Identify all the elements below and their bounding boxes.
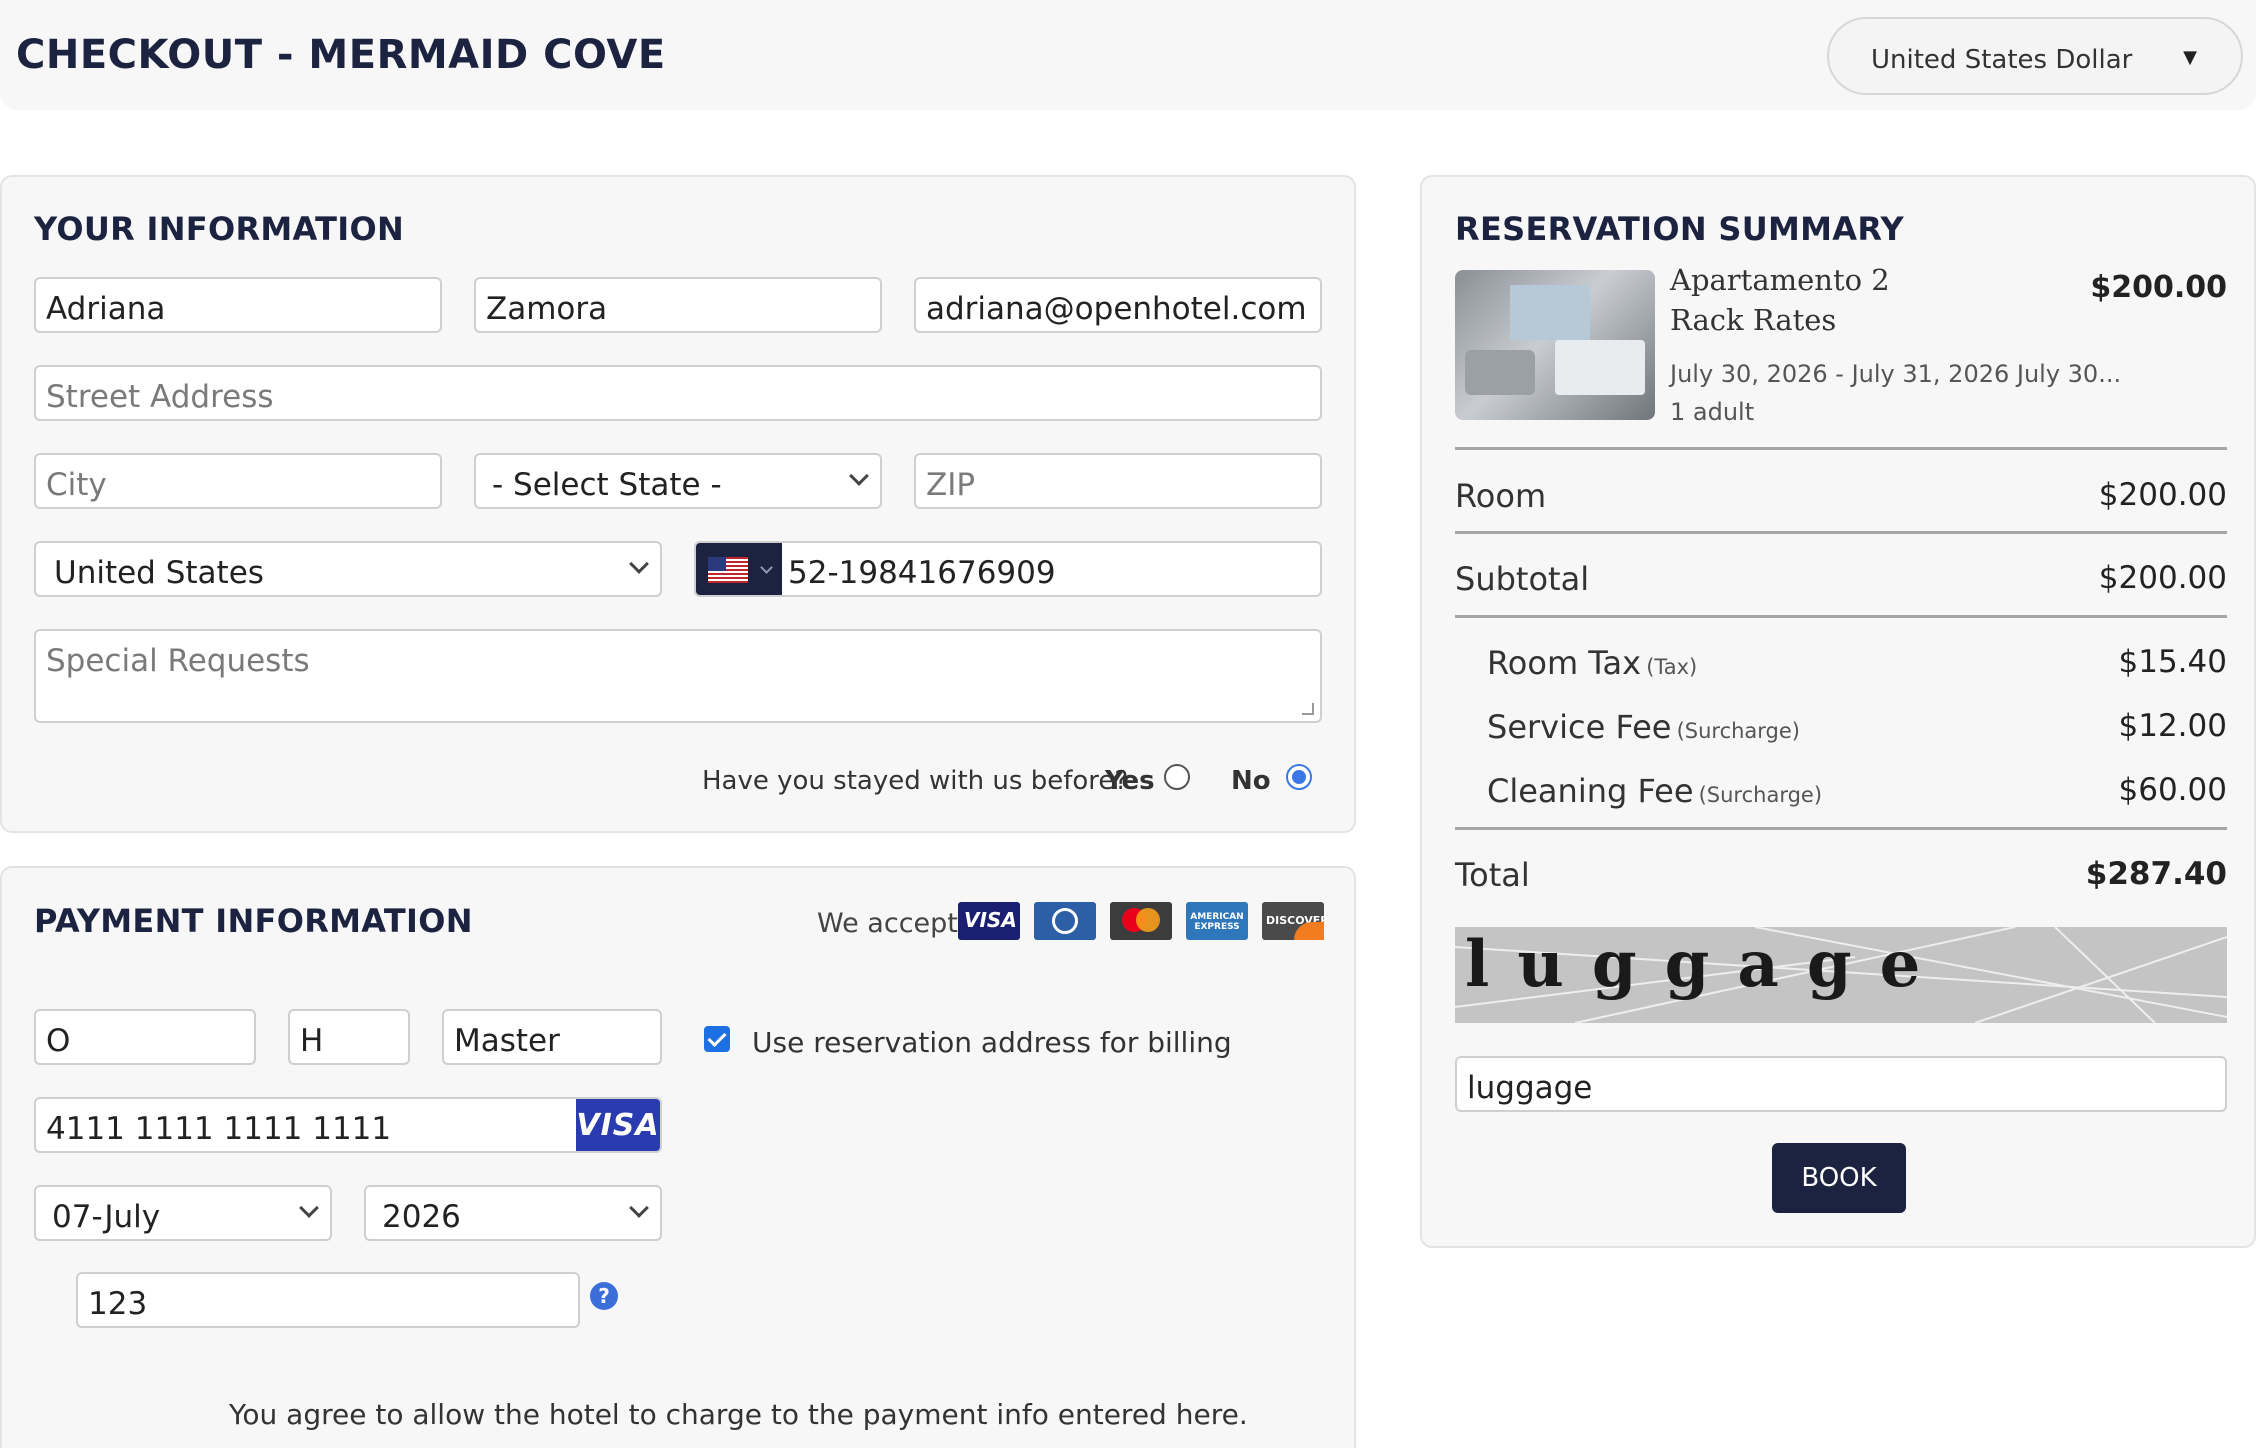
chevron-down-icon <box>629 1198 649 1218</box>
reservation-summary-title: RESERVATION SUMMARY <box>1455 210 1905 248</box>
stayed-yes-radio[interactable] <box>1164 764 1190 790</box>
middle-initial-input[interactable]: H <box>288 1009 410 1065</box>
chevron-down-icon <box>629 554 649 574</box>
stay-dates: July 30, 2026 - July 31, 2026 July 30... <box>1670 360 2122 388</box>
last-name-input[interactable]: Zamora <box>474 277 882 333</box>
currency-select[interactable]: United States Dollar ▼ <box>1827 17 2243 95</box>
amex-card-icon: AMERICAN EXPRESS <box>1186 902 1248 940</box>
stayed-no-radio[interactable] <box>1286 764 1312 790</box>
expiry-year-select[interactable]: 2026 <box>364 1185 662 1241</box>
caret-down-icon: ▼ <box>2183 47 2197 68</box>
first-initial-input[interactable]: O <box>34 1009 256 1065</box>
divider <box>1455 447 2227 450</box>
help-icon[interactable]: ? <box>590 1282 618 1310</box>
room-amount: $200.00 <box>2098 477 2227 513</box>
card-number-value: 4111 1111 1111 1111 <box>46 1111 392 1147</box>
captcha-image: luggage <box>1455 927 2227 1023</box>
fee-service: Service Fee (Surcharge) <box>1487 708 1800 746</box>
email-input[interactable]: adriana@openhotel.com <box>914 277 1322 333</box>
cvv-input[interactable]: 123 <box>76 1272 580 1328</box>
card-number-input[interactable]: 4111 1111 1111 1111 VISA <box>34 1097 662 1153</box>
state-value: - Select State - <box>492 467 722 503</box>
fee-room-tax-amount: $15.40 <box>2118 644 2227 680</box>
chevron-down-icon <box>760 561 773 574</box>
city-input[interactable]: City <box>34 453 442 509</box>
discover-card-icon: DISCOVER <box>1262 902 1329 940</box>
first-name-input[interactable]: Adriana <box>34 277 442 333</box>
resize-handle-icon[interactable] <box>1302 703 1314 715</box>
total-label: Total <box>1455 856 1530 894</box>
diners-club-card-icon <box>1034 902 1096 940</box>
visa-brand-icon: VISA <box>576 1099 660 1151</box>
payment-information-title: PAYMENT INFORMATION <box>34 902 473 940</box>
expiry-month-select[interactable]: 07-July <box>34 1185 332 1241</box>
subtotal-amount: $200.00 <box>2098 560 2227 596</box>
your-information-title: YOUR INFORMATION <box>34 210 405 248</box>
payment-agreement-text: You agree to allow the hotel to charge t… <box>229 1398 1248 1431</box>
us-flag-icon <box>708 557 748 583</box>
we-accept-label: We accept: <box>817 908 967 939</box>
mastercard-card-icon <box>1110 902 1172 940</box>
use-reservation-address-checkbox[interactable] <box>704 1026 730 1052</box>
page-title: CHECKOUT - MERMAID COVE <box>16 32 666 78</box>
stayed-yes-label: Yes <box>1105 766 1155 796</box>
chevron-down-icon <box>299 1198 319 1218</box>
special-requests-textarea[interactable]: Special Requests <box>34 629 1322 723</box>
phone-value: 52-19841676909 <box>788 555 1056 591</box>
phone-input[interactable]: 52-19841676909 <box>694 541 1322 597</box>
stayed-no-label: No <box>1231 766 1271 796</box>
guest-count: 1 adult <box>1670 398 1755 426</box>
use-reservation-address-label: Use reservation address for billing <box>752 1026 1232 1059</box>
rate-name: Rack Rates <box>1670 303 1837 337</box>
expiry-year-value: 2026 <box>382 1199 461 1235</box>
cardholder-name-input[interactable]: Master <box>442 1009 662 1065</box>
room-name: Apartamento 2 <box>1670 263 1890 297</box>
fee-room-tax: Room Tax (Tax) <box>1487 644 1698 682</box>
divider <box>1455 531 2227 534</box>
fee-cleaning: Cleaning Fee (Surcharge) <box>1487 772 1823 810</box>
fee-cleaning-amount: $60.00 <box>2118 772 2227 808</box>
expiry-month-value: 07-July <box>52 1199 161 1235</box>
visa-card-icon: VISA <box>958 902 1020 940</box>
stayed-before-question: Have you stayed with us before? <box>702 766 1129 796</box>
street-address-input[interactable]: Street Address <box>34 365 1322 421</box>
room-photo <box>1455 270 1655 420</box>
country-value: United States <box>54 555 264 591</box>
subtotal-label: Subtotal <box>1455 560 1590 598</box>
page-header: CHECKOUT - MERMAID COVE United States Do… <box>0 0 2256 110</box>
book-button[interactable]: BOOK <box>1772 1143 1906 1213</box>
room-label: Room <box>1455 477 1547 515</box>
country-flag-dropdown[interactable] <box>696 543 782 595</box>
item-price: $200.00 <box>2090 270 2227 305</box>
captcha-input[interactable]: luggage <box>1455 1056 2227 1112</box>
currency-value: United States Dollar <box>1871 45 2133 75</box>
zip-input[interactable]: ZIP <box>914 453 1322 509</box>
total-amount: $287.40 <box>2085 856 2227 892</box>
chevron-down-icon <box>849 466 869 486</box>
divider <box>1455 615 2227 618</box>
divider <box>1455 827 2227 830</box>
special-requests-placeholder: Special Requests <box>46 643 310 679</box>
state-select[interactable]: - Select State - <box>474 453 882 509</box>
fee-service-amount: $12.00 <box>2118 708 2227 744</box>
payment-information-panel <box>0 866 1356 1448</box>
captcha-letters: luggage <box>1465 927 1949 1002</box>
country-select[interactable]: United States <box>34 541 662 597</box>
